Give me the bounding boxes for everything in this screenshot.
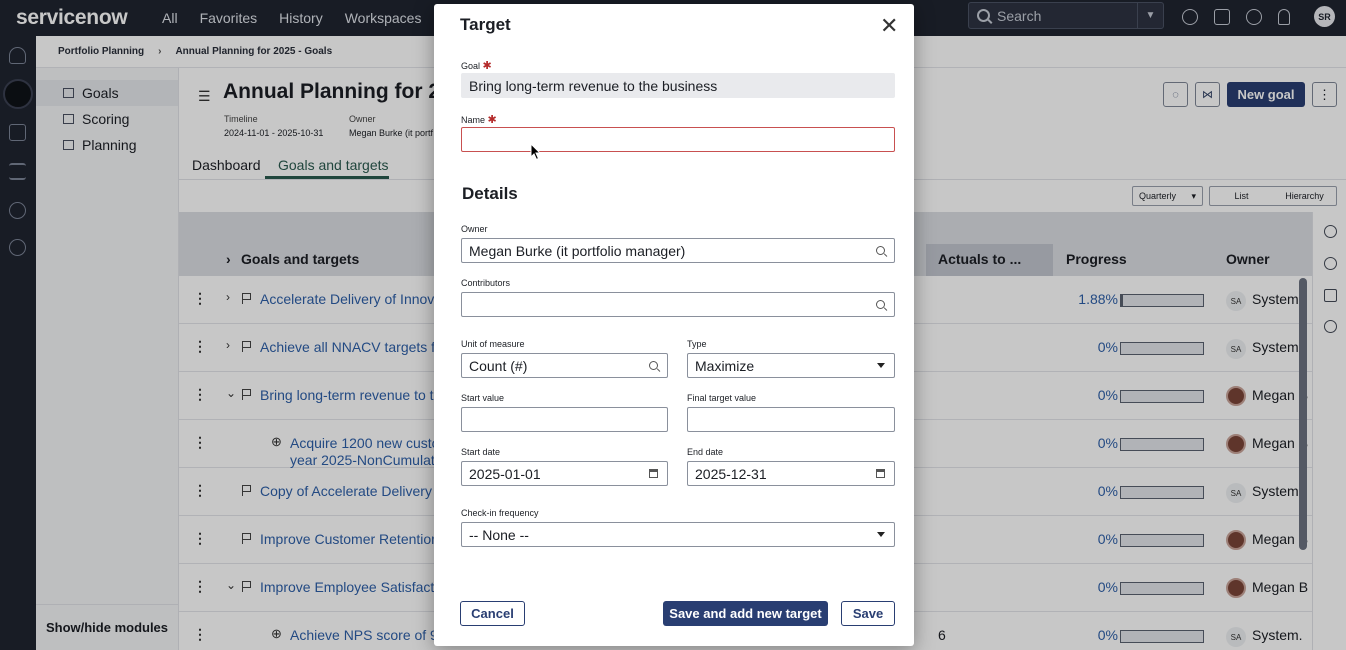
final-target-input[interactable]	[687, 407, 895, 432]
start-value-label: Start value	[461, 393, 505, 403]
checkin-label: Check-in frequency	[461, 508, 539, 518]
type-value: Maximize	[695, 357, 755, 374]
save-button[interactable]: Save	[841, 601, 895, 626]
type-label: Type	[687, 339, 707, 349]
cancel-button[interactable]: Cancel	[460, 601, 525, 626]
owner-field[interactable]: Megan Burke (it portfolio manager)	[461, 238, 895, 263]
contributors-field[interactable]	[461, 292, 895, 317]
required-icon: ✱	[482, 60, 492, 72]
uom-label: Unit of measure	[461, 339, 525, 349]
mouse-cursor-icon	[530, 143, 542, 161]
checkin-value: -- None --	[469, 526, 529, 543]
calendar-icon[interactable]	[876, 469, 885, 478]
owner-field-value: Megan Burke (it portfolio manager)	[469, 242, 686, 259]
name-input[interactable]	[461, 127, 895, 152]
goal-field: Bring long-term revenue to the business	[461, 73, 895, 98]
search-icon[interactable]	[876, 246, 885, 255]
required-icon: ✱	[487, 114, 497, 126]
caret-down-icon	[877, 532, 885, 537]
caret-down-icon	[877, 363, 885, 368]
type-select[interactable]: Maximize	[687, 353, 895, 378]
uom-field[interactable]: Count (#)	[461, 353, 668, 378]
close-icon[interactable]: ✕	[880, 15, 898, 37]
details-heading: Details	[462, 184, 518, 203]
start-date-value: 2025-01-01	[469, 465, 541, 482]
end-date-label: End date	[687, 447, 724, 457]
modal-title: Target	[460, 15, 511, 34]
search-icon[interactable]	[876, 300, 885, 309]
goal-label: Goal ✱	[461, 60, 492, 72]
target-modal: Target ✕ Goal ✱ Bring long-term revenue …	[434, 4, 914, 646]
owner-field-label: Owner	[461, 224, 488, 234]
final-target-label: Final target value	[687, 393, 757, 403]
search-icon[interactable]	[649, 361, 658, 370]
save-and-add-button[interactable]: Save and add new target	[663, 601, 828, 626]
calendar-icon[interactable]	[649, 469, 658, 478]
uom-value: Count (#)	[469, 357, 528, 374]
end-date-input[interactable]: 2025-12-31	[687, 461, 895, 486]
start-date-input[interactable]: 2025-01-01	[461, 461, 668, 486]
start-value-input[interactable]	[461, 407, 668, 432]
start-date-label: Start date	[461, 447, 501, 457]
name-label: Name ✱	[461, 114, 497, 126]
end-date-value: 2025-12-31	[695, 465, 767, 482]
checkin-select[interactable]: -- None --	[461, 522, 895, 547]
contributors-label: Contributors	[461, 278, 511, 288]
